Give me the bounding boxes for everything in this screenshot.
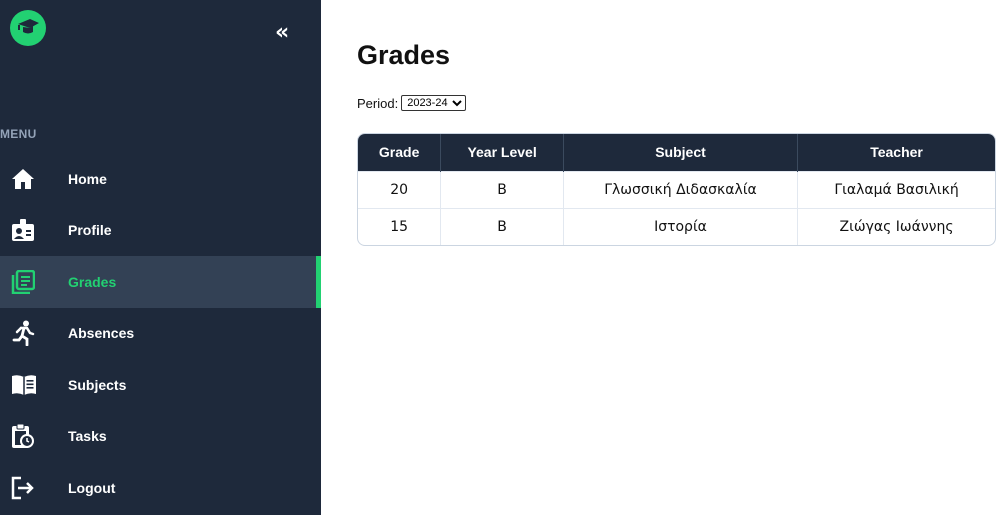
menu-section-label: MENU	[0, 127, 37, 141]
cell-teacher: Ζιώγας Ιωάννης	[797, 207, 995, 245]
sidebar-item-logout[interactable]: Logout	[0, 462, 321, 514]
main-content: Grades Period: 2023-24 Grade Year Level …	[321, 0, 1001, 515]
column-header-year-level: Year Level	[440, 134, 564, 171]
column-header-subject: Subject	[563, 134, 799, 171]
home-icon	[0, 153, 68, 205]
sidebar-item-tasks[interactable]: Tasks	[0, 411, 321, 463]
cell-grade: 15	[358, 207, 442, 245]
profile-badge-icon	[0, 205, 68, 257]
grades-list-icon	[0, 256, 68, 308]
cell-subject: Γλωσσική Διδασκαλία	[563, 170, 799, 208]
sidebar: « MENU Home Profile Grades Absences Subj…	[0, 0, 321, 515]
open-book-icon	[0, 359, 68, 411]
table-row: 15 B Ιστορία Ζιώγας Ιωάννης	[358, 207, 995, 245]
table-row: 20 B Γλωσσική Διδασκαλία Γιαλαμά Βασιλικ…	[358, 170, 995, 208]
sidebar-item-label: Absences	[68, 325, 135, 342]
sidebar-nav: Home Profile Grades Absences Subjects Ta…	[0, 153, 321, 514]
double-chevron-left-icon: «	[275, 20, 290, 45]
period-label: Period:	[357, 95, 399, 111]
grades-table: Grade Year Level Subject Teacher 20 B Γλ…	[357, 133, 996, 246]
sidebar-item-label: Subjects	[68, 376, 127, 393]
sidebar-item-label: Home	[68, 170, 107, 187]
sidebar-item-label: Grades	[68, 273, 117, 290]
period-filter: Period: 2023-24	[357, 95, 467, 111]
cell-year-level: B	[440, 207, 564, 245]
cell-grade: 20	[358, 170, 442, 208]
running-person-icon	[0, 308, 68, 360]
logout-icon	[0, 462, 68, 514]
collapse-sidebar-button[interactable]: «	[275, 22, 289, 44]
column-header-grade: Grade	[358, 134, 442, 171]
clipboard-clock-icon	[0, 411, 68, 463]
sidebar-item-profile[interactable]: Profile	[0, 205, 321, 257]
logo[interactable]	[10, 10, 46, 46]
cell-subject: Ιστορία	[563, 207, 799, 245]
cell-teacher: Γιαλαμά Βασιλική	[797, 170, 995, 208]
sidebar-item-label: Tasks	[68, 428, 107, 445]
sidebar-item-home[interactable]: Home	[0, 153, 321, 205]
graduation-cap-icon	[18, 19, 39, 34]
period-select[interactable]: 2023-24	[401, 95, 467, 111]
sidebar-item-label: Profile	[68, 222, 112, 239]
cell-year-level: B	[440, 170, 564, 208]
table-header-row: Grade Year Level Subject Teacher	[358, 134, 995, 171]
sidebar-item-subjects[interactable]: Subjects	[0, 359, 321, 411]
sidebar-item-label: Logout	[68, 479, 116, 496]
column-header-teacher: Teacher	[797, 134, 995, 171]
sidebar-item-grades[interactable]: Grades	[0, 256, 321, 308]
sidebar-item-absences[interactable]: Absences	[0, 308, 321, 360]
page-title: Grades	[357, 40, 451, 70]
